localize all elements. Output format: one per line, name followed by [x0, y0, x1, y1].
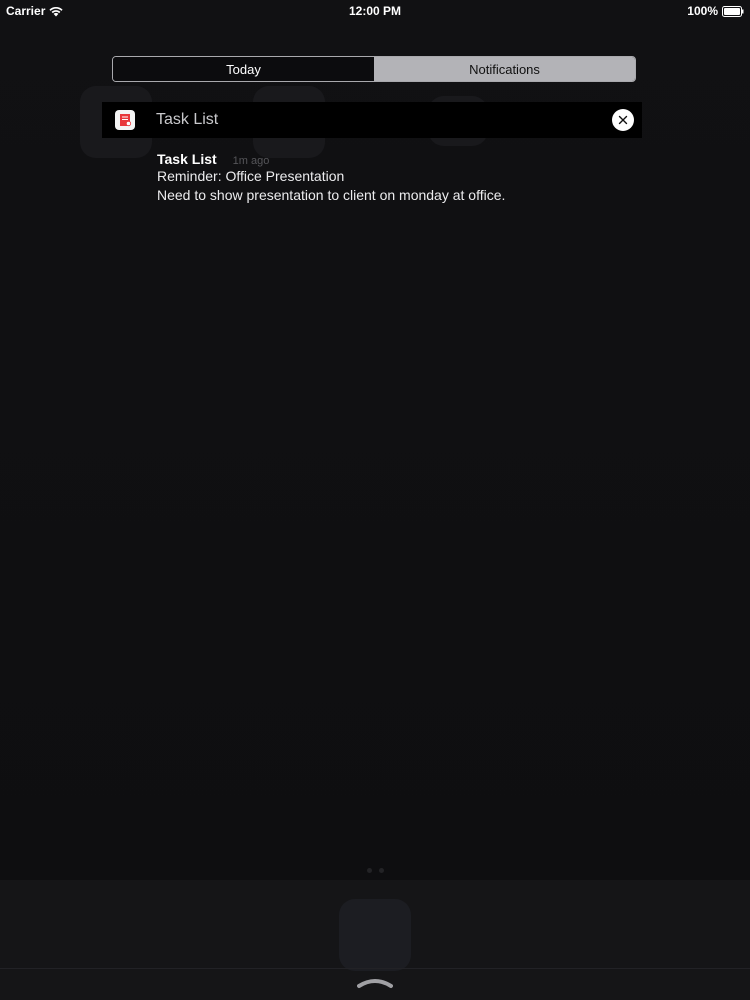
notification-header: Task List 1m ago — [157, 151, 637, 167]
close-icon — [618, 115, 628, 125]
dock-divider — [0, 968, 750, 969]
tab-notifications[interactable]: Notifications — [374, 57, 635, 81]
dock-app-icon — [339, 899, 411, 971]
notification-time: 1m ago — [232, 155, 270, 167]
page-dot — [378, 868, 384, 873]
dock — [0, 880, 750, 1000]
notification-subject: Reminder: Office Presentation — [157, 168, 345, 184]
clock: 12:00 PM — [348, 4, 402, 18]
notification-item[interactable]: Task List 1m ago Reminder: Office Presen… — [157, 151, 637, 205]
battery-indicator: 100% — [687, 4, 744, 18]
task-list-glyph-icon — [120, 114, 132, 127]
page-dot — [366, 868, 372, 873]
battery-percent: 100% — [687, 4, 718, 18]
task-list-app-icon — [115, 110, 135, 130]
notification-title: Task List — [157, 151, 217, 167]
status-bar: Carrier 12:00 PM 100% — [0, 0, 750, 22]
tab-today-label: Today — [226, 61, 261, 77]
notification-center-screen: Carrier 12:00 PM 100% Today Notification… — [0, 0, 750, 1000]
clear-notifications-button[interactable] — [612, 109, 634, 131]
tab-notifications-label: Notifications — [469, 61, 540, 77]
segmented-control: Today Notifications — [112, 56, 636, 82]
page-indicator — [0, 868, 750, 873]
battery-icon — [722, 5, 744, 17]
notification-group-title: Task List — [156, 111, 219, 128]
notification-group-header: Task List — [102, 102, 642, 138]
tab-today[interactable]: Today — [113, 57, 374, 81]
grabber-handle-icon[interactable] — [357, 976, 393, 990]
notification-message: Need to show presentation to client on m… — [157, 187, 506, 203]
